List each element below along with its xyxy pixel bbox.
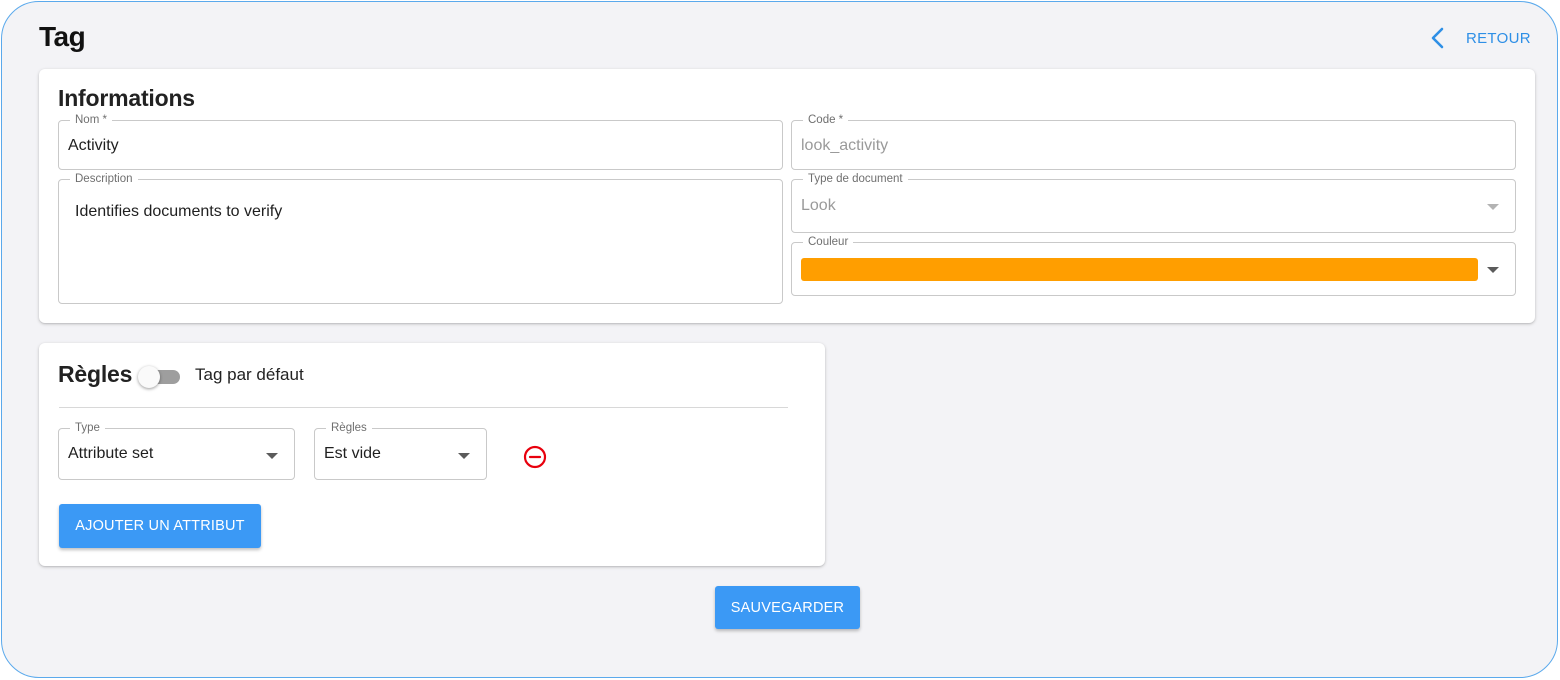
- app-frame: Tag RETOUR Informations Nom * Activity C…: [1, 1, 1558, 678]
- type-label: Type: [70, 421, 105, 435]
- regles-select[interactable]: Règles Est vide: [314, 421, 487, 480]
- dropdown-caret-icon[interactable]: [1487, 267, 1499, 273]
- code-label: Code *: [803, 113, 849, 127]
- page-title: Tag: [39, 21, 86, 52]
- type-document-label: Type de document: [803, 172, 908, 186]
- back-label: RETOUR: [1466, 29, 1531, 47]
- description-textarea[interactable]: Description Identifies documents to veri…: [58, 172, 783, 304]
- type-value: Attribute set: [68, 445, 154, 462]
- toggle-thumb: [138, 366, 160, 388]
- code-value: look_activity: [801, 137, 889, 154]
- regles-value: Est vide: [324, 445, 381, 462]
- code-field: Code * look_activity: [791, 113, 1516, 170]
- type-document-select: Type de document Look: [791, 172, 1516, 233]
- regles-label: Règles: [326, 421, 372, 435]
- couleur-select[interactable]: Couleur: [791, 235, 1516, 296]
- save-button[interactable]: SAUVEGARDER: [715, 586, 860, 629]
- dropdown-caret-icon: [1487, 204, 1499, 210]
- informations-card: Informations Nom * Activity Code * look_…: [39, 69, 1535, 323]
- type-document-value: Look: [801, 197, 836, 214]
- add-attribute-button[interactable]: AJOUTER UN ATTRIBUT: [59, 504, 261, 548]
- regles-card: Règles Tag par défaut Type Attribute set…: [39, 343, 825, 566]
- nom-value: Activity: [68, 137, 119, 154]
- nom-label: Nom *: [70, 113, 112, 127]
- informations-title: Informations: [58, 85, 195, 111]
- nom-field[interactable]: Nom * Activity: [58, 113, 783, 170]
- remove-circle-icon[interactable]: [522, 444, 548, 470]
- type-select[interactable]: Type Attribute set: [58, 421, 295, 480]
- dropdown-caret-icon: [458, 453, 470, 459]
- default-tag-label: Tag par défaut: [195, 365, 304, 384]
- couleur-label: Couleur: [803, 235, 854, 249]
- default-tag-toggle[interactable]: [138, 366, 182, 388]
- dropdown-caret-icon: [266, 453, 278, 459]
- regles-title: Règles: [58, 361, 133, 387]
- divider: [59, 407, 788, 408]
- description-label: Description: [70, 172, 138, 186]
- color-swatch: [801, 258, 1478, 281]
- chevron-left-icon: [1431, 27, 1444, 49]
- back-link[interactable]: RETOUR: [1430, 26, 1531, 50]
- description-value: Identifies documents to verify: [75, 203, 283, 220]
